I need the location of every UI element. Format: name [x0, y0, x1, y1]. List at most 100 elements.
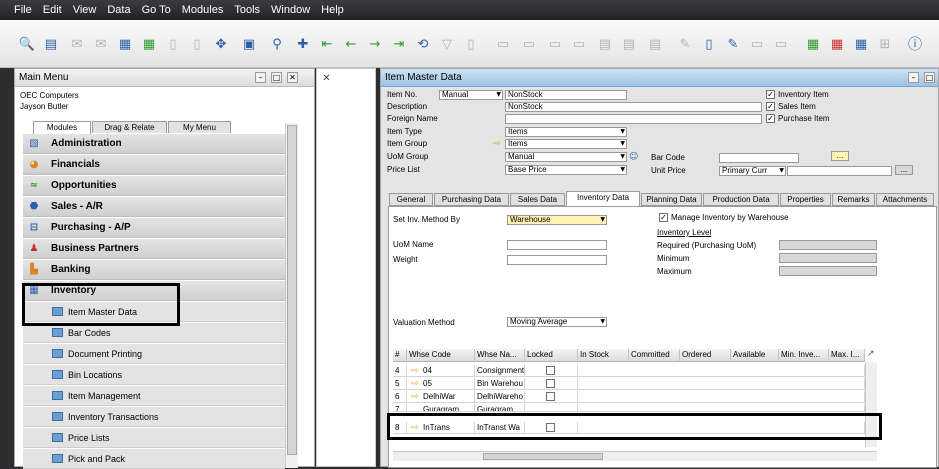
calculator-icon[interactable]: ▦: [852, 37, 870, 53]
gross-profit-icon[interactable]: ▤: [596, 37, 614, 53]
grid-col-whse-name[interactable]: Whse Na...: [475, 349, 525, 362]
tab-planning-data[interactable]: Planning Data: [641, 193, 702, 206]
base-document-icon[interactable]: ▭: [494, 37, 512, 53]
sort-icon[interactable]: ▯: [462, 37, 480, 53]
last-record-icon[interactable]: ⇥: [390, 37, 408, 53]
tab-drag-relate[interactable]: Drag & Relate: [92, 121, 167, 133]
tab-general[interactable]: General: [389, 193, 433, 206]
module-opportunities[interactable]: ≈ Opportunities: [23, 176, 285, 196]
main-menu-scrollbar[interactable]: [285, 123, 298, 468]
inventory-item-checkbox[interactable]: ✓: [766, 90, 775, 99]
tab-inventory-data[interactable]: Inventory Data: [566, 191, 640, 207]
locked-checkbox[interactable]: [546, 392, 555, 401]
tab-attachments[interactable]: Attachments: [876, 193, 934, 206]
close-icon[interactable]: ✕: [320, 72, 333, 85]
module-banking[interactable]: ▙ Banking: [23, 260, 285, 280]
close-icon[interactable]: ✕: [287, 72, 298, 83]
grid-col-available[interactable]: Available: [731, 349, 779, 362]
export-pdf-icon[interactable]: ▯: [188, 37, 206, 53]
module-administration[interactable]: ▧ Administration: [23, 134, 285, 154]
item-type-dropdown[interactable]: Items: [505, 127, 627, 137]
tab-sales-data[interactable]: Sales Data: [510, 193, 565, 206]
print-preview-icon[interactable]: 🔍: [18, 37, 36, 53]
link-arrow-icon[interactable]: ⇨: [411, 366, 419, 376]
valuation-method-dropdown[interactable]: Moving Average: [507, 317, 607, 327]
grid-col-locked[interactable]: Locked: [525, 349, 578, 362]
tab-purchasing-data[interactable]: Purchasing Data: [434, 193, 509, 206]
submenu-bin-locations[interactable]: Bin Locations: [23, 365, 285, 385]
manage-by-warehouse-checkbox[interactable]: ✓: [659, 213, 668, 222]
grid-horizontal-scrollbar[interactable]: [393, 451, 877, 461]
alert-icon[interactable]: ▭: [772, 37, 790, 53]
locked-checkbox[interactable]: [546, 379, 555, 388]
foreign-name-field[interactable]: [505, 114, 762, 124]
copy-to-icon[interactable]: ▭: [570, 37, 588, 53]
grid-col-num[interactable]: #: [393, 349, 407, 362]
submenu-pick-and-pack[interactable]: Pick and Pack: [23, 449, 285, 469]
bar-code-browse-button[interactable]: ...: [831, 151, 849, 161]
submenu-inventory-transactions[interactable]: Inventory Transactions: [23, 407, 285, 427]
module-business-partners[interactable]: ♟ Business Partners: [23, 239, 285, 259]
link-arrow-icon[interactable]: ⇨: [411, 379, 419, 389]
item-group-dropdown[interactable]: Items: [505, 139, 627, 149]
module-sales[interactable]: ⬣ Sales - A/R: [23, 197, 285, 217]
currency-dropdown[interactable]: Primary Curr: [719, 166, 786, 176]
expand-icon[interactable]: ↗: [867, 349, 875, 359]
submenu-item-management[interactable]: Item Management: [23, 386, 285, 406]
submenu-document-printing[interactable]: Document Printing: [23, 344, 285, 364]
description-field[interactable]: NonStock: [505, 102, 762, 112]
maximize-icon[interactable]: □: [271, 72, 282, 83]
maximize-icon[interactable]: □: [924, 72, 935, 83]
price-list-dropdown[interactable]: Base Price: [505, 165, 627, 175]
add-icon[interactable]: ✚: [294, 37, 312, 53]
uom-details-icon[interactable]: ☺: [629, 152, 638, 162]
menu-modules[interactable]: Modules: [182, 4, 224, 16]
document-edit-icon[interactable]: ✎: [724, 37, 742, 53]
tab-my-menu[interactable]: My Menu: [168, 121, 231, 133]
uom-group-dropdown[interactable]: Manual: [505, 152, 627, 162]
menu-view[interactable]: View: [73, 4, 97, 16]
locked-checkbox[interactable]: [546, 366, 555, 375]
unit-price-field[interactable]: [787, 166, 892, 176]
lock-screen-icon[interactable]: ▣: [240, 37, 258, 53]
scrollbar-thumb[interactable]: [287, 125, 297, 455]
find-icon[interactable]: ⚲: [268, 37, 286, 53]
weight-field[interactable]: [507, 255, 607, 265]
bar-code-field[interactable]: [719, 153, 799, 163]
export-word-icon[interactable]: ▯: [164, 37, 182, 53]
grid-row-code[interactable]: Guragram: [407, 404, 475, 412]
menu-file[interactable]: File: [14, 4, 32, 16]
tab-remarks[interactable]: Remarks: [832, 193, 875, 206]
network-icon[interactable]: ⊞: [876, 37, 894, 53]
link-arrow-icon[interactable]: ⇨: [493, 139, 501, 149]
submenu-price-lists[interactable]: Price Lists: [23, 428, 285, 448]
messages-icon[interactable]: ▦: [828, 37, 846, 53]
menu-goto[interactable]: Go To: [142, 4, 171, 16]
module-purchasing[interactable]: ⊟ Purchasing - A/P: [23, 218, 285, 238]
menu-tools[interactable]: Tools: [234, 4, 260, 16]
scrollbar-thumb[interactable]: [483, 453, 603, 460]
print-icon[interactable]: ▤: [42, 37, 60, 53]
item-no-field[interactable]: NonStock: [505, 90, 627, 100]
grid-col-min-inventory[interactable]: Min. Inve...: [779, 349, 829, 362]
set-inv-method-dropdown[interactable]: Warehouse: [507, 215, 607, 225]
refresh-icon[interactable]: ⟲: [414, 37, 432, 53]
new-document-icon[interactable]: ▯: [700, 37, 718, 53]
export-excel-icon[interactable]: ▦: [140, 37, 158, 53]
module-financials[interactable]: ◕ Financials: [23, 155, 285, 175]
previous-record-icon[interactable]: ←: [342, 37, 360, 53]
sales-item-checkbox[interactable]: ✓: [766, 102, 775, 111]
tab-production-data[interactable]: Production Data: [703, 193, 779, 206]
move-icon[interactable]: ✥: [212, 37, 230, 53]
purchase-item-checkbox[interactable]: ✓: [766, 114, 775, 123]
submenu-bar-codes[interactable]: Bar Codes: [23, 323, 285, 343]
tab-properties[interactable]: Properties: [780, 193, 831, 206]
sms-icon[interactable]: ✉: [92, 37, 110, 53]
link-arrow-icon[interactable]: ⇨: [411, 392, 419, 402]
grid-col-max-inventory[interactable]: Max. I...: [829, 349, 865, 362]
calendar-icon[interactable]: ▦: [804, 37, 822, 53]
grid-col-in-stock[interactable]: In Stock: [578, 349, 629, 362]
menu-data[interactable]: Data: [107, 4, 130, 16]
fax-icon[interactable]: ▦: [116, 37, 134, 53]
help-icon[interactable]: ⓘ: [906, 37, 924, 53]
